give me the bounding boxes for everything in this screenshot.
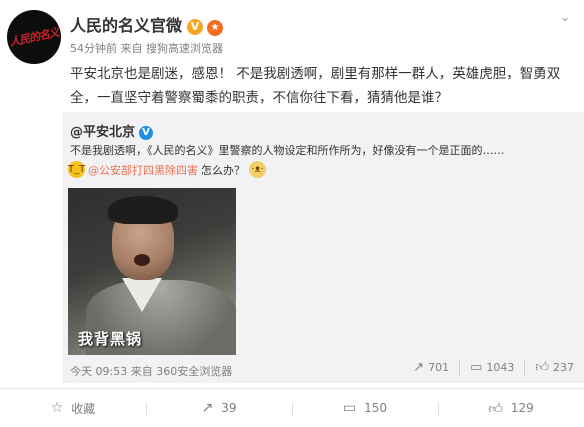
post-time[interactable]: 54分钟前 (70, 42, 117, 55)
post-meta: 54分钟前 来自 搜狗高速浏览器 (70, 40, 223, 56)
forward-icon: ↗ (201, 400, 214, 416)
comment-button[interactable]: ▭ 150 (292, 400, 438, 416)
like-icon: 👍︎ (535, 360, 549, 375)
image-figure-mouth (134, 254, 150, 266)
crying-emoji-icon: T_T (68, 161, 85, 178)
post-content: 平安北京也是剧迷，感恩！ 不是我剧透啊，剧里有那样一群人，英雄虎胆，智勇双全，一… (70, 66, 561, 106)
like-count: 129 (510, 401, 534, 415)
comment-icon: ▭ (470, 360, 483, 375)
verified-gold-icon[interactable]: V (187, 19, 204, 35)
repost-mention-link[interactable]: @公安部打四黑除四害 (88, 162, 198, 178)
image-figure-hair (108, 196, 178, 224)
repost-text-line1: 不是我剧透啊，《人民的名义》里警察的人物设定和所作所为，好像没有一个是正面的…… (70, 144, 505, 157)
comment-count: 150 (364, 401, 388, 415)
repost-meta: 今天 09:53 来自 360安全浏览器 (70, 363, 232, 379)
image-caption: 我背黑锅 (78, 330, 143, 348)
repost-forward-count: 701 (428, 361, 450, 374)
repost-comment-button[interactable]: ▭ 1043 (470, 360, 514, 375)
forward-count: 39 (221, 401, 237, 415)
avatar-logo-text: 人民的名义 (8, 25, 60, 50)
repost-actions: ↗ 701 ▭ 1043 👍︎ 237 (413, 360, 574, 375)
repost-source[interactable]: 360安全浏览器 (156, 365, 232, 378)
favorite-icon: ☆ (50, 400, 64, 416)
divider (459, 360, 461, 375)
doge-emoji-icon: ·ᴥ· (249, 161, 266, 178)
repost-text-suffix: 怎么办？ (201, 163, 245, 177)
verified-blue-icon: V (139, 126, 154, 140)
repost-like-count: 237 (553, 361, 574, 374)
repost-forward-button[interactable]: ↗ 701 (413, 360, 449, 375)
post-username[interactable]: 人民的名义官微 (70, 16, 182, 35)
weibo-post: 人民的名义 人民的名义官微 V ★ ⌄ 54分钟前 来自 搜狗高速浏览器 平安北京也… (0, 0, 584, 427)
medal-icon[interactable]: ★ (207, 20, 224, 36)
repost-time[interactable]: 今天 09:53 (70, 365, 127, 378)
repost-author-row: @平安北京 V (70, 121, 154, 140)
reposted-weibo: @平安北京 V 不是我剧透啊，《人民的名义》里警察的人物设定和所作所为，好像没有一… (62, 112, 584, 383)
post-source-prefix: 来自 (120, 42, 143, 55)
divider (524, 360, 526, 375)
favorite-button[interactable]: ☆ 收藏 (0, 400, 146, 417)
forward-button[interactable]: ↗ 39 (146, 400, 292, 416)
repost-image[interactable]: 我背黑锅 (68, 188, 236, 355)
like-icon: 👍︎ (488, 400, 503, 417)
repost-comment-count: 1043 (486, 361, 515, 374)
forward-icon: ↗ (413, 360, 425, 375)
post-source[interactable]: 搜狗高速浏览器 (146, 42, 223, 55)
post-username-row: 人民的名义官微 V ★ (70, 12, 224, 36)
avatar[interactable]: 人民的名义 (7, 10, 61, 64)
repost-text-line2: T_T @公安部打四黑除四害 怎么办？ ·ᴥ· (68, 161, 266, 178)
chevron-down-icon[interactable]: ⌄ (558, 10, 572, 24)
post-footer: ☆ 收藏 ↗ 39 ▭ 150 👍︎ 129 (0, 388, 584, 427)
repost-like-button[interactable]: 👍︎ 237 (535, 360, 574, 375)
repost-source-prefix: 来自 (130, 365, 153, 378)
like-button[interactable]: 👍︎ 129 (438, 400, 584, 417)
comment-icon: ▭ (342, 400, 357, 416)
favorite-label: 收藏 (71, 401, 96, 416)
repost-author[interactable]: @平安北京 (70, 125, 135, 140)
